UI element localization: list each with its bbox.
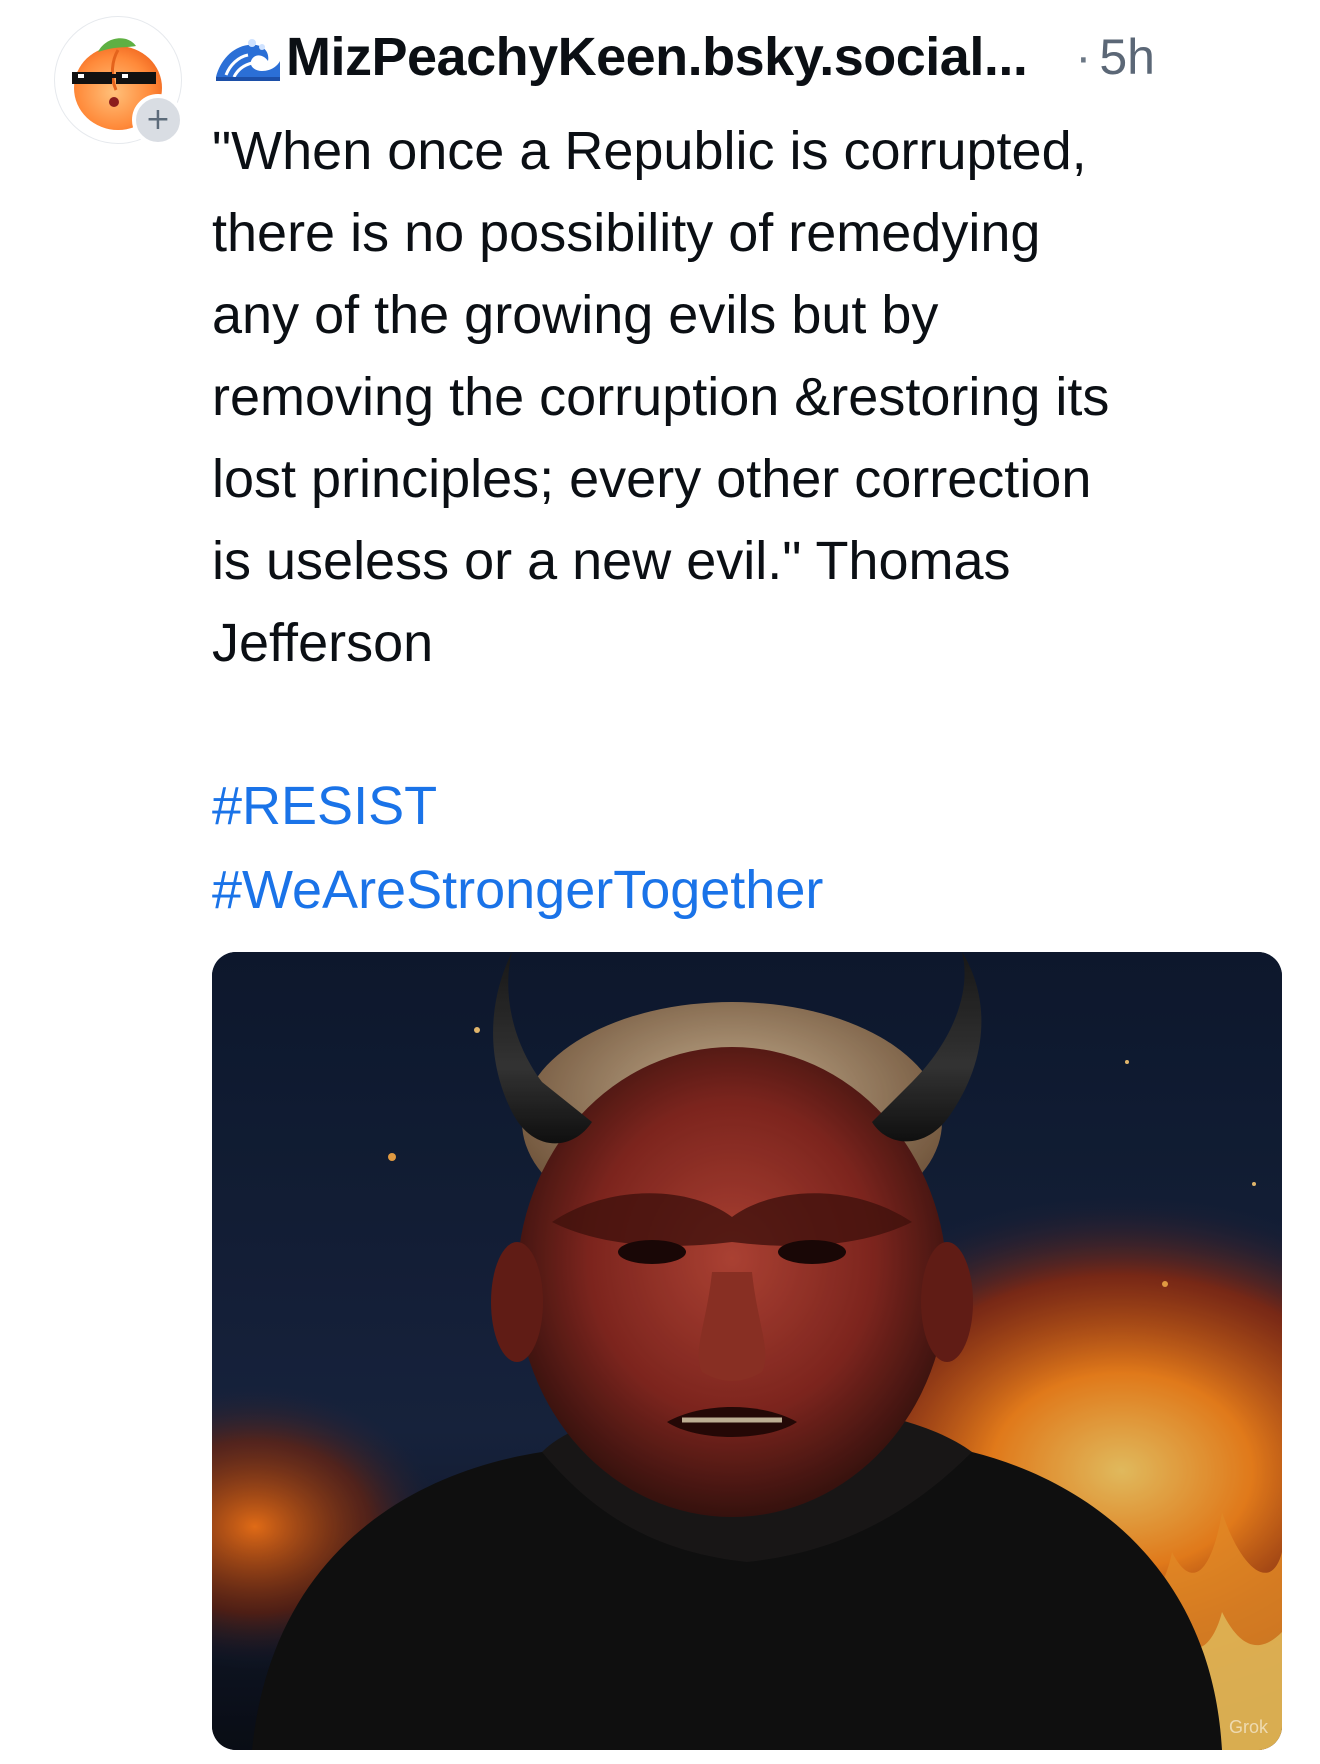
hashtag-link[interactable]: #WeAreStrongerTogether xyxy=(212,848,1212,932)
post-header: MizPeachyKeen.bsky.social... · 5h xyxy=(212,24,1290,90)
follow-plus-label: + xyxy=(145,102,171,137)
hashtag-list: #RESIST #WeAreStrongerTogether xyxy=(212,764,1212,932)
hashtag-link[interactable]: #RESIST xyxy=(212,764,1212,848)
follow-plus-button[interactable]: + xyxy=(132,94,184,146)
post-image[interactable]: Grok xyxy=(212,952,1282,1750)
post-card: + MizPeachyKeen.bsky.social... · 5h "Whe… xyxy=(0,0,1320,1764)
post-timestamp[interactable]: 5h xyxy=(1099,28,1155,86)
devil-figure-image xyxy=(212,952,1282,1750)
grok-watermark: Grok xyxy=(1228,1717,1268,1737)
post-text: "When once a Republic is corrupted, ther… xyxy=(212,121,1110,673)
avatar-container[interactable]: + xyxy=(54,16,184,146)
header-separator: · xyxy=(1075,30,1092,84)
water-wave-icon xyxy=(212,31,284,83)
author-display-name[interactable]: MizPeachyKeen.bsky.social... xyxy=(286,26,1028,88)
